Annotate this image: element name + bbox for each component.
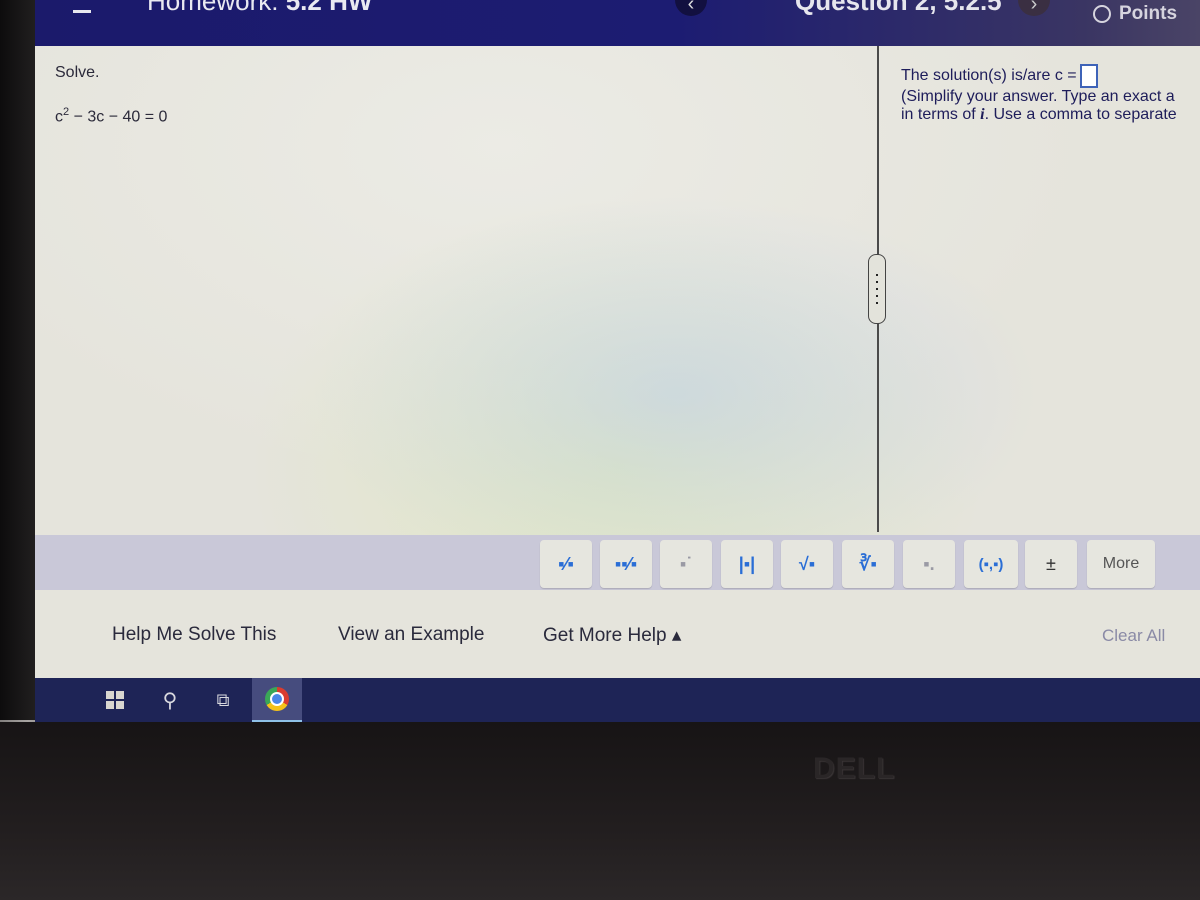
windows-logo-icon [106, 691, 124, 709]
clear-all-button[interactable]: Clear All [1102, 626, 1165, 646]
chevron-left-icon: ‹ [687, 0, 695, 15]
view-example-button[interactable]: View an Example [338, 624, 484, 646]
problem-instruction: Solve. [55, 64, 100, 81]
plus-minus-button[interactable]: ± [1025, 540, 1077, 588]
answer-prefix: The solution(s) is/are c = [901, 67, 1077, 84]
task-view-button[interactable]: ⧉ [198, 678, 248, 722]
mixed-number-button[interactable]: ▪▪⁄▪ [600, 540, 652, 588]
exponent-button[interactable]: ▪˙ [660, 540, 712, 588]
nth-root-button[interactable]: ∛▪ [842, 540, 894, 588]
subscript-button[interactable]: ▪. [903, 540, 955, 588]
absolute-value-icon: |▪| [738, 553, 756, 574]
nth-root-icon: ∛▪ [859, 553, 877, 574]
task-view-icon: ⧉ [216, 689, 230, 710]
equation-variable: c [55, 108, 63, 126]
math-toolbar: ▪⁄▪ ▪▪⁄▪ ▪˙ |▪| √▪ ∛▪ ▪. (▪,▪) ± More [35, 535, 1200, 590]
menu-icon[interactable] [73, 10, 91, 13]
next-question-button[interactable]: › [1018, 0, 1050, 16]
plus-minus-icon: ± [1046, 553, 1056, 574]
taskbar-search-button[interactable]: ⚲ [145, 678, 195, 722]
homework-label: Homework: [147, 0, 279, 16]
square-root-icon: √▪ [798, 553, 816, 574]
more-label: More [1102, 555, 1140, 572]
ordered-pair-icon: (▪,▪) [978, 555, 1004, 573]
absolute-value-button[interactable]: |▪| [721, 540, 773, 588]
chrome-icon [265, 687, 289, 711]
taskbar-chrome-button[interactable] [252, 678, 302, 722]
answer-input[interactable] [1079, 64, 1098, 88]
points-circle-icon [1093, 5, 1111, 23]
question-content: Solve. c2 − 3c − 40 = 0 The solution(s) … [35, 46, 1200, 532]
mixed-number-icon: ▪▪⁄▪ [614, 553, 638, 574]
previous-question-button[interactable]: ‹ [675, 0, 707, 16]
laptop-bezel-bottom [0, 722, 1200, 900]
square-root-button[interactable]: √▪ [781, 540, 833, 588]
header-bar: Homework: 5.2 HW ‹ Question 2, 5.2.5 › P… [35, 0, 1200, 46]
hint-text-end: . Use a comma to separate [984, 106, 1177, 123]
problem-pane: Solve. c2 − 3c − 40 = 0 [35, 46, 875, 526]
homework-name: 5.2 HW [285, 0, 373, 16]
equation-rest: − 3c − 40 = 0 [69, 108, 168, 126]
problem-equation: c2 − 3c − 40 = 0 [55, 106, 167, 126]
pane-resize-handle[interactable] [868, 254, 886, 324]
answer-pane: The solution(s) is/are c = (Simplify you… [901, 64, 1200, 124]
homework-title: Homework: 5.2 HW [147, 0, 372, 17]
screen: Homework: 5.2 HW ‹ Question 2, 5.2.5 › P… [35, 0, 1200, 722]
fraction-button[interactable]: ▪⁄▪ [540, 540, 592, 588]
hint-text: in terms of [901, 106, 981, 123]
windows-taskbar: ⚲ ⧉ [35, 678, 1200, 722]
help-me-solve-button[interactable]: Help Me Solve This [112, 624, 276, 646]
dell-logo: DELL [813, 752, 896, 785]
answer-line: The solution(s) is/are c = [901, 64, 1200, 88]
search-icon: ⚲ [162, 689, 178, 712]
answer-hint-line-2: in terms of i. Use a comma to separate [901, 106, 1200, 124]
answer-hint-line-1: (Simplify your answer. Type an exact a [901, 88, 1175, 105]
question-title: Question 2, 5.2.5 [795, 0, 1002, 16]
points-label: Points [1119, 3, 1178, 24]
more-button[interactable]: More [1087, 540, 1155, 588]
ordered-pair-button[interactable]: (▪,▪) [964, 540, 1018, 588]
exponent-icon: ▪˙ [679, 553, 693, 574]
windows-start-button[interactable] [90, 678, 140, 722]
chevron-right-icon: › [1030, 0, 1038, 15]
subscript-icon: ▪. [923, 553, 935, 574]
points-indicator: Points [1093, 3, 1177, 25]
get-more-help-button[interactable]: Get More Help ▴ [543, 624, 681, 647]
fraction-icon: ▪⁄▪ [558, 553, 574, 574]
help-row: Help Me Solve This View an Example Get M… [35, 600, 1200, 672]
